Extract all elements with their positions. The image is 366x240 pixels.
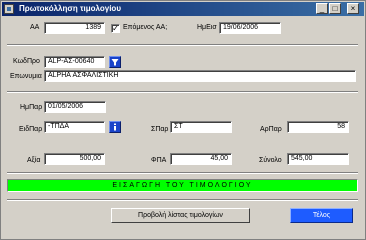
- separator-2: [7, 91, 358, 93]
- doc-series-field[interactable]: ΣΤ: [170, 121, 232, 133]
- show-invoice-list-button[interactable]: Προβολή λίστας τιμολογίων: [111, 208, 250, 223]
- vat-label: ΦΠΑ: [151, 157, 167, 164]
- vat-field[interactable]: 45,00: [170, 153, 232, 165]
- amount-label: Αξία: [27, 157, 41, 164]
- separator-4: [7, 199, 358, 201]
- next-aa-checkbox[interactable]: ✓: [111, 24, 120, 33]
- doc-number-label: ΑρΠαρ: [260, 126, 282, 133]
- app-icon: [4, 4, 14, 14]
- supplier-code-label: ΚωδΠρο: [13, 58, 40, 65]
- aa-field[interactable]: 1389: [44, 22, 105, 34]
- doc-date-field[interactable]: 01/05/2006: [44, 101, 106, 113]
- maximize-button[interactable]: □: [329, 3, 341, 14]
- funnel-icon: [111, 59, 119, 66]
- separator-1: [7, 44, 358, 46]
- doc-number-field[interactable]: 58: [287, 121, 349, 133]
- separator-3: [7, 172, 358, 174]
- supplier-lookup-button[interactable]: [109, 56, 121, 68]
- info-icon: [114, 123, 116, 131]
- minimize-button[interactable]: _: [316, 3, 328, 14]
- amount-field[interactable]: 500,00: [44, 153, 105, 165]
- invoice-registration-window: Πρωτοκόλληση τιμολογίου _ □ × ΑΑ 1389 ✓ …: [0, 0, 366, 240]
- doc-type-label: ΕιδΠαρ: [19, 126, 43, 133]
- doc-type-info-button[interactable]: [109, 121, 121, 133]
- close-button[interactable]: ×: [347, 3, 359, 14]
- entry-date-field[interactable]: 19/06/2006: [219, 22, 281, 34]
- supplier-name-label: Επωνυμια: [10, 73, 42, 80]
- doc-date-label: ΗμΠαρ: [20, 104, 43, 111]
- entry-date-label: ΗμΕισ: [197, 24, 217, 31]
- import-invoice-button[interactable]: ΕΙΣΑΓΩΓΗ ΤΟΥ ΤΙΜΟΛΟΓΙΟΥ: [7, 179, 358, 192]
- supplier-code-field[interactable]: ALP-ΑΣ-00640: [44, 56, 105, 68]
- total-label: Σύνολο: [259, 157, 282, 164]
- next-aa-label: Επόμενος ΑΑ;: [123, 24, 168, 31]
- end-button[interactable]: Τέλος: [290, 208, 353, 223]
- aa-label: ΑΑ: [30, 24, 40, 31]
- doc-type-field[interactable]: -ΤΠΔΑ: [44, 121, 105, 133]
- window-title: Πρωτοκόλληση τιμολογίου: [19, 4, 121, 13]
- total-field[interactable]: 545,00: [287, 153, 349, 165]
- doc-series-label: ΣΠαρ: [151, 126, 169, 133]
- supplier-name-field[interactable]: ALPHA ΑΣΦΑΛΙΣΤΙΚΗ: [44, 70, 356, 82]
- title-bar[interactable]: Πρωτοκόλληση τιμολογίου _ □ ×: [2, 2, 364, 16]
